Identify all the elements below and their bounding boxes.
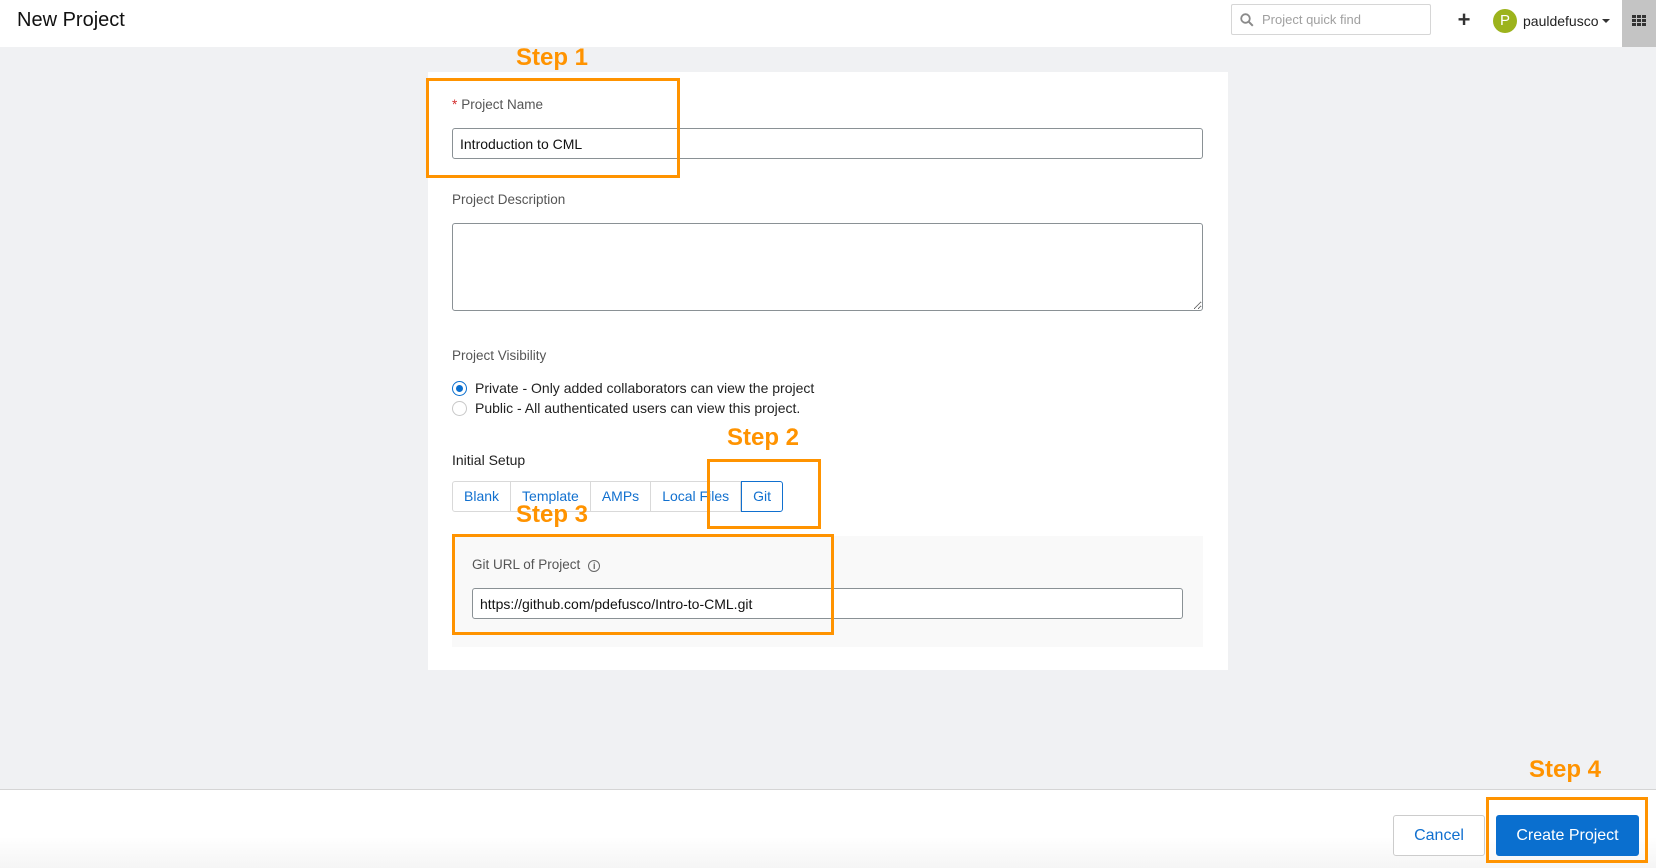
radio-private-label: Private - Only added collaborators can v…: [475, 380, 815, 396]
visibility-option-public[interactable]: Public - All authenticated users can vie…: [452, 400, 800, 416]
radio-private[interactable]: [452, 380, 467, 396]
search-icon: [1240, 13, 1254, 27]
initial-setup-label: Initial Setup: [452, 452, 526, 468]
info-icon[interactable]: i: [588, 560, 601, 572]
tab-amps[interactable]: AMPs: [590, 481, 652, 512]
step-4-label: Step 4: [1529, 756, 1602, 783]
step-3-label: Step 3: [516, 501, 589, 528]
grid-icon: [1632, 15, 1646, 27]
username: pauldefusco: [1523, 13, 1599, 29]
git-url-label-text: Git URL of Project: [472, 557, 581, 572]
step-1-label: Step 1: [516, 44, 589, 71]
project-quick-find[interactable]: [1231, 4, 1431, 35]
visibility-option-private[interactable]: Private - Only added collaborators can v…: [452, 380, 814, 396]
tab-git[interactable]: Git: [741, 481, 783, 512]
radio-public-label: Public - All authenticated users can vie…: [475, 400, 801, 416]
user-menu[interactable]: P pauldefusco: [1493, 8, 1610, 34]
git-url-input[interactable]: [472, 588, 1183, 619]
avatar: P: [1493, 9, 1517, 33]
add-icon[interactable]: +: [1452, 8, 1476, 32]
project-visibility-label: Project Visibility: [452, 348, 547, 363]
project-description-textarea[interactable]: [452, 223, 1203, 311]
git-url-label: Git URL of Project i: [472, 557, 601, 572]
page-title: New Project: [17, 9, 125, 31]
tab-local-files[interactable]: Local Files: [651, 481, 742, 512]
quick-find-input[interactable]: [1262, 5, 1427, 34]
project-description-label: Project Description: [452, 192, 566, 207]
top-bar: New Project + P pauldefusco: [0, 0, 1656, 47]
initial-setup-tabs: Blank Template AMPs Local Files Git: [452, 481, 783, 512]
radio-public[interactable]: [452, 400, 467, 416]
caret-down-icon: [1601, 19, 1610, 23]
project-name-input[interactable]: [452, 128, 1203, 159]
required-marker: *: [452, 97, 458, 112]
apps-grid-button[interactable]: [1622, 0, 1656, 47]
cancel-button[interactable]: Cancel: [1393, 815, 1485, 856]
tab-blank[interactable]: Blank: [452, 481, 512, 512]
project-name-label: * Project Name: [452, 97, 543, 112]
project-name-label-text: Project Name: [461, 97, 544, 112]
create-project-button[interactable]: Create Project: [1496, 815, 1639, 856]
step-2-label: Step 2: [727, 424, 800, 451]
